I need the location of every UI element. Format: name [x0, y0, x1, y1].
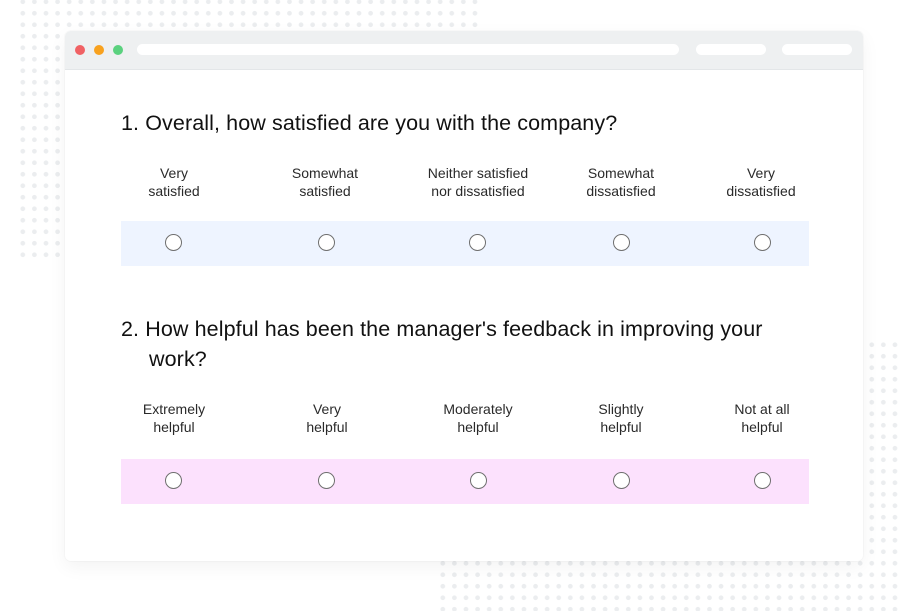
toolbar-placeholder — [782, 44, 852, 55]
option-label: Extremely helpful — [142, 401, 206, 435]
option-labels: Very satisfied Somewhat satisfied Neither … — [121, 164, 809, 204]
question-title: 2. How helpful has been the manager's fe… — [121, 314, 809, 374]
radio-very-helpful[interactable] — [318, 472, 335, 489]
radio-not-at-all-helpful[interactable] — [754, 472, 771, 489]
address-bar[interactable] — [137, 44, 679, 55]
option-label: Very satisfied — [148, 165, 200, 199]
answer-row — [121, 221, 809, 266]
question-text: How helpful has been the manager's feedb… — [145, 317, 763, 371]
question-text: Overall, how satisfied are you with the … — [145, 111, 618, 135]
window-titlebar — [65, 31, 863, 70]
minimize-window-icon[interactable] — [94, 45, 104, 55]
radio-very-dissatisfied[interactable] — [754, 234, 771, 251]
radio-neither[interactable] — [469, 234, 486, 251]
option-label: Moderately helpful — [443, 401, 513, 435]
radio-slightly-helpful[interactable] — [613, 472, 630, 489]
option-label: Somewhat satisfied — [291, 165, 359, 199]
close-window-icon[interactable] — [75, 45, 85, 55]
answer-row — [121, 459, 809, 504]
question-2: 2. How helpful has been the manager's fe… — [121, 314, 809, 504]
option-labels: Extremely helpful Very helpful Moderately h… — [121, 400, 809, 440]
question-number: 1. — [121, 111, 140, 135]
option-label: Slightly helpful — [598, 401, 644, 435]
question-1: 1. Overall, how satisfied are you with t… — [121, 108, 809, 266]
option-label: Neither satisfied nor dissatisfied — [427, 165, 529, 199]
toolbar-placeholder — [696, 44, 766, 55]
question-number: 2. — [121, 317, 140, 341]
radio-extremely-helpful[interactable] — [165, 472, 182, 489]
question-title: 1. Overall, how satisfied are you with t… — [121, 108, 809, 138]
option-label: Very dissatisfied — [726, 165, 796, 199]
radio-moderately-helpful[interactable] — [470, 472, 487, 489]
maximize-window-icon[interactable] — [113, 45, 123, 55]
radio-very-satisfied[interactable] — [165, 234, 182, 251]
radio-somewhat-satisfied[interactable] — [318, 234, 335, 251]
option-label: Very helpful — [306, 401, 348, 435]
radio-somewhat-dissatisfied[interactable] — [613, 234, 630, 251]
option-label: Not at all helpful — [734, 401, 790, 435]
option-label: Somewhat dissatisfied — [586, 165, 656, 199]
